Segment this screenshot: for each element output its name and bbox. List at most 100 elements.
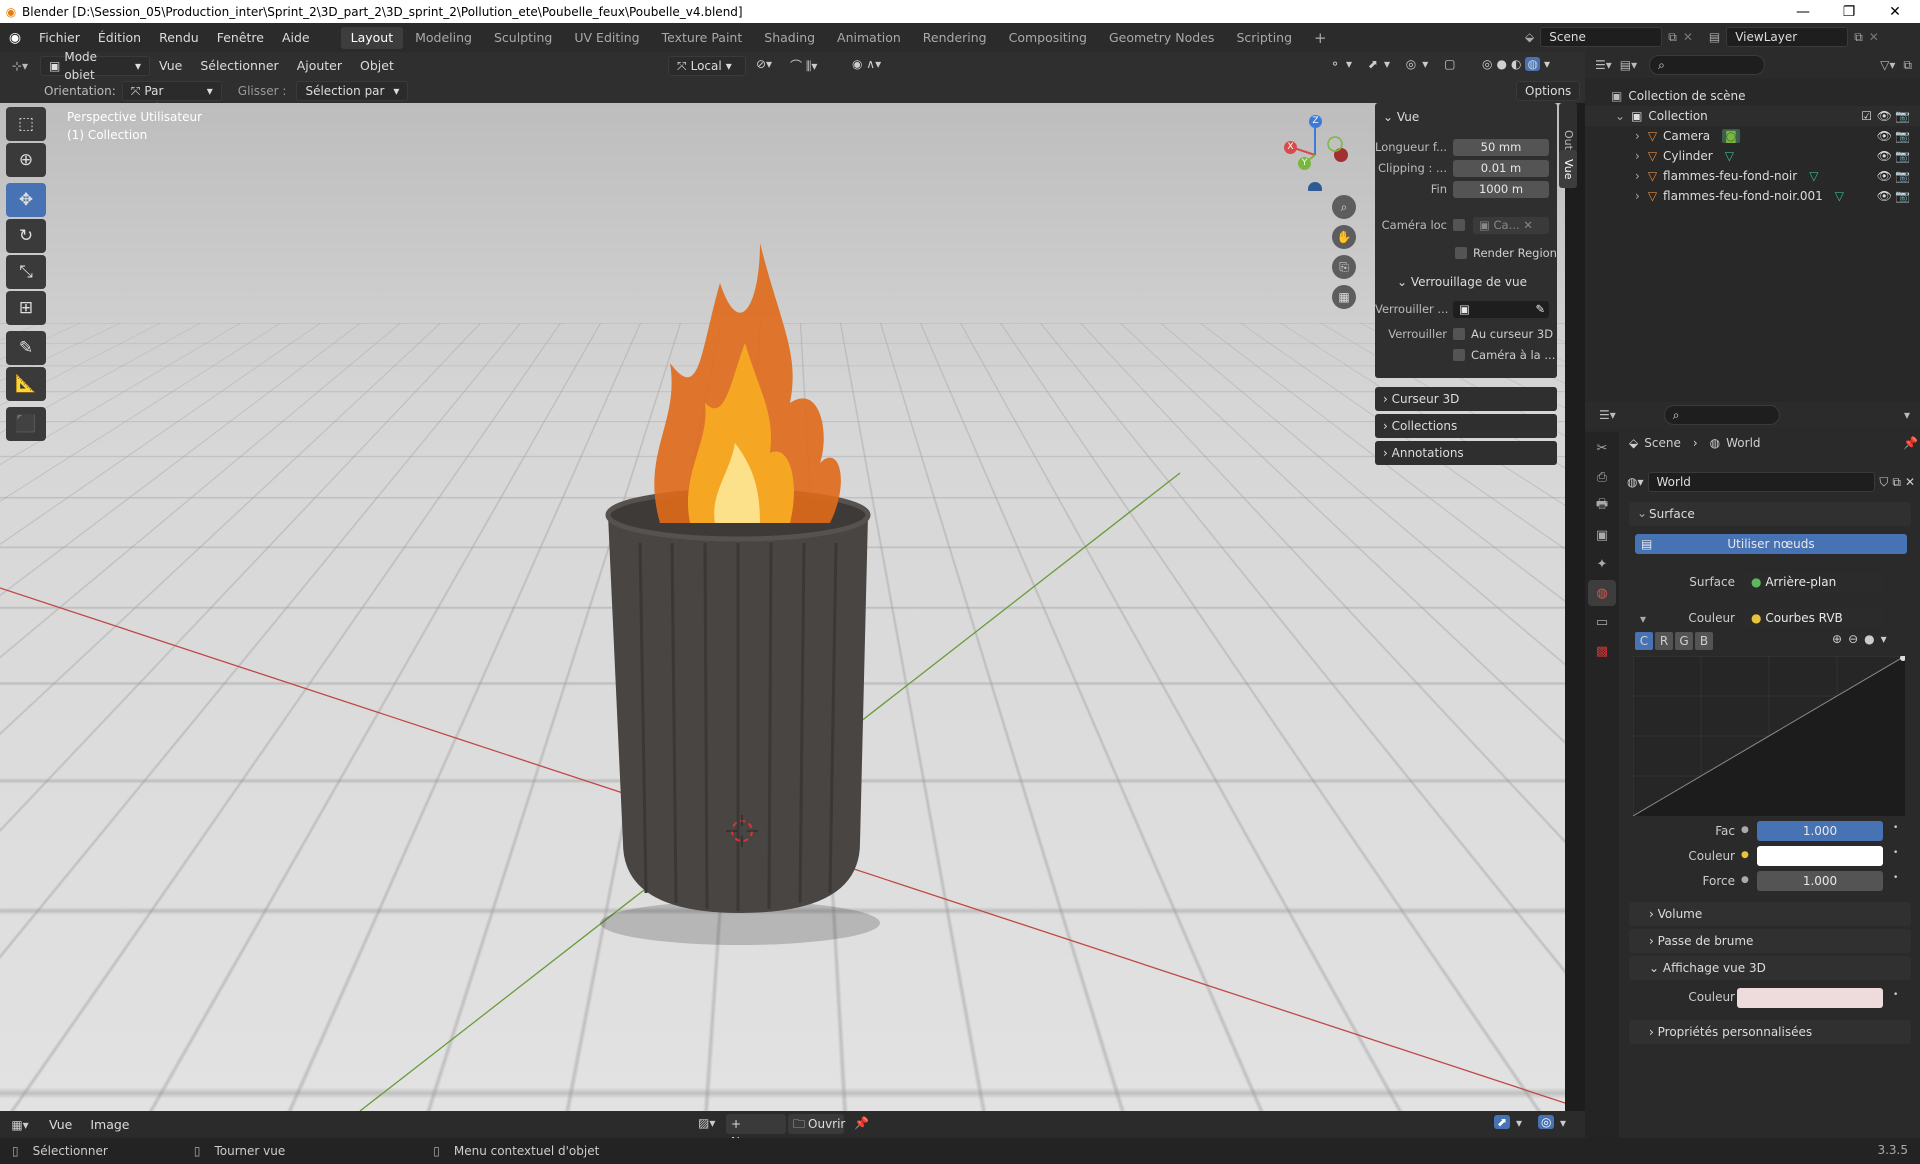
- image-menu-image[interactable]: Image: [81, 1110, 138, 1139]
- scene-name-field[interactable]: Scene: [1540, 27, 1663, 47]
- snap-icon[interactable]: ⌒ ⫼▾: [790, 57, 817, 74]
- keyframe-dot-icon[interactable]: •: [1893, 823, 1898, 833]
- viewport-menu-view[interactable]: Vue: [150, 51, 191, 80]
- expand-icon[interactable]: ›: [1635, 169, 1640, 183]
- sidebar-tab-view[interactable]: Vue: [1559, 150, 1577, 188]
- zoom-in-icon[interactable]: ⊕: [1832, 632, 1842, 646]
- render-tab-icon[interactable]: ⎙: [1588, 464, 1616, 490]
- viewport-menu-object[interactable]: Objet: [351, 51, 403, 80]
- outliner-collection[interactable]: ⌄ ▣ Collection ☑ 👁 📷: [1585, 106, 1920, 126]
- socket-icon[interactable]: ●: [1741, 825, 1749, 835]
- outliner-item[interactable]: › ▽ flammes-feu-fond-noir.001 ▽ 👁 📷: [1585, 186, 1920, 206]
- keyframe-dot-icon[interactable]: •: [1893, 873, 1898, 883]
- drag-dropdown[interactable]: Sélection par boît▾: [296, 81, 409, 116]
- collections-section-header[interactable]: › Collections: [1375, 414, 1557, 438]
- viewport-visibility-icons[interactable]: ⚬▾ ⬈▾ ◎▾ ▢: [1330, 57, 1461, 71]
- annotations-section-header[interactable]: › Annotations: [1375, 441, 1557, 465]
- socket-icon[interactable]: ●: [1741, 850, 1749, 860]
- annotate-tool-icon[interactable]: ✎: [6, 331, 46, 365]
- open-image-button[interactable]: 🗀 Ouvrir: [788, 1114, 845, 1134]
- pan-hand-icon[interactable]: ✋: [1332, 225, 1356, 249]
- select-box-icon[interactable]: ⬚: [6, 107, 46, 141]
- rotate-tool-icon[interactable]: ↻: [6, 219, 46, 253]
- outliner-root[interactable]: ▣ Collection de scène: [1585, 86, 1920, 106]
- proportional-icon[interactable]: ◉ ∧▾: [852, 57, 881, 71]
- render-region-checkbox[interactable]: [1455, 247, 1467, 259]
- outliner-type-icon[interactable]: ☰▾: [1595, 58, 1612, 72]
- world-tab-icon[interactable]: ◍: [1588, 580, 1616, 606]
- 3d-viewport[interactable]: Perspective Utilisateur (1) Collection Z…: [0, 103, 1565, 1111]
- menu-help[interactable]: Aide: [273, 23, 319, 52]
- minimize-button[interactable]: —: [1780, 0, 1826, 23]
- eye-icon[interactable]: 👁: [1877, 129, 1892, 143]
- surface-shader-field[interactable]: ● Arrière-plan: [1743, 572, 1883, 592]
- color-input-node-field[interactable]: ● Courbes RVB: [1743, 608, 1883, 628]
- channel-b[interactable]: B: [1695, 632, 1713, 650]
- surface-panel-header[interactable]: Surface: [1629, 502, 1911, 526]
- remove-viewlayer-icon[interactable]: ✕: [1869, 30, 1879, 44]
- zoom-out-icon[interactable]: ⊖: [1848, 632, 1858, 646]
- eye-icon[interactable]: 👁: [1877, 169, 1892, 183]
- focal-length-field[interactable]: 50 mm: [1453, 138, 1549, 156]
- collection-checkbox[interactable]: ☑: [1861, 109, 1872, 123]
- camera-render-icon[interactable]: 📷: [1895, 169, 1910, 183]
- lock-cursor-checkbox[interactable]: [1453, 328, 1465, 340]
- material-shading-icon[interactable]: ◐: [1511, 57, 1521, 71]
- tab-rendering[interactable]: Rendering: [913, 27, 997, 49]
- image-editor-type-icon[interactable]: ▦▾: [0, 1118, 40, 1132]
- channel-g[interactable]: G: [1675, 632, 1693, 650]
- display-mode-icon[interactable]: ▤▾: [1620, 58, 1637, 72]
- eye-icon[interactable]: 👁: [1877, 189, 1892, 203]
- view-layer-tab-icon[interactable]: ▣: [1588, 522, 1616, 548]
- camera-view-icon[interactable]: ⎘: [1332, 255, 1356, 279]
- outliner-item[interactable]: › ▽ flammes-feu-fond-noir ▽ 👁 📷: [1585, 166, 1920, 186]
- world-color-swatch[interactable]: [1757, 846, 1883, 866]
- viewport-menu-select[interactable]: Sélectionner: [191, 51, 287, 80]
- eyedropper-icon[interactable]: ✎: [1535, 301, 1549, 318]
- menu-render[interactable]: Rendu: [150, 23, 208, 52]
- remove-scene-icon[interactable]: ✕: [1683, 30, 1693, 44]
- lock-object-field[interactable]: ▣ ✎: [1453, 300, 1549, 318]
- image-menu-view[interactable]: Vue: [40, 1110, 81, 1139]
- gizmo-toggle-icon[interactable]: ⬈: [1494, 1115, 1511, 1129]
- tab-sculpting[interactable]: Sculpting: [484, 27, 562, 49]
- texture-tab-icon[interactable]: ▩: [1588, 638, 1616, 664]
- camera-render-icon[interactable]: 📷: [1895, 129, 1910, 143]
- transform-orientation-dropdown[interactable]: ⤧ Local ▾: [668, 56, 746, 76]
- pin-icon[interactable]: 📌: [854, 1116, 869, 1130]
- world-browse-icon[interactable]: ◍▾: [1627, 475, 1644, 489]
- view-lock-subheader[interactable]: ⌄ Verrouillage de vue: [1375, 271, 1557, 293]
- curve-settings-icon[interactable]: ●: [1864, 632, 1874, 646]
- socket-icon[interactable]: ●: [1741, 875, 1749, 885]
- curve-menu-icon[interactable]: ▾: [1881, 632, 1887, 646]
- rendered-shading-icon[interactable]: ◍: [1525, 57, 1540, 71]
- camera-lock-field[interactable]: ▣ Ca... ✕: [1473, 216, 1549, 234]
- scale-tool-icon[interactable]: ⤡: [6, 255, 46, 289]
- properties-type-icon[interactable]: ☰▾: [1599, 408, 1616, 422]
- mesh-data-icon[interactable]: ▽: [1725, 149, 1734, 163]
- output-tab-icon[interactable]: 🖶: [1588, 493, 1616, 519]
- overlay-menu-icon[interactable]: ▾: [1560, 1116, 1566, 1130]
- channel-c[interactable]: C: [1635, 632, 1653, 650]
- mesh-data-icon[interactable]: ▽: [1809, 169, 1818, 183]
- wireframe-shading-icon[interactable]: ◎: [1482, 57, 1492, 71]
- strength-field[interactable]: 1.000: [1757, 871, 1883, 891]
- clip-start-field[interactable]: 0.01 m: [1453, 159, 1549, 177]
- gizmo-x[interactable]: X: [1284, 141, 1297, 154]
- pin-icon[interactable]: 📌: [1903, 436, 1918, 450]
- volume-panel-header[interactable]: › Volume: [1629, 902, 1911, 926]
- tab-compositing[interactable]: Compositing: [999, 27, 1097, 49]
- use-nodes-button[interactable]: ▤ Utiliser nœuds: [1635, 534, 1907, 554]
- viewport-display-panel-header[interactable]: ⌄ Affichage vue 3D: [1629, 956, 1911, 980]
- keyframe-dot-icon[interactable]: •: [1893, 990, 1898, 1000]
- tab-texture-paint[interactable]: Texture Paint: [652, 27, 753, 49]
- tab-geometry-nodes[interactable]: Geometry Nodes: [1099, 27, 1224, 49]
- unlink-world-icon[interactable]: ✕: [1905, 475, 1915, 489]
- scene-tab-icon[interactable]: ✦: [1588, 551, 1616, 577]
- duplicate-world-icon[interactable]: ⧉: [1892, 475, 1901, 490]
- world-name-field[interactable]: World: [1647, 472, 1876, 492]
- add-cube-tool-icon[interactable]: ⬛: [6, 407, 46, 441]
- viewport-menu-add[interactable]: Ajouter: [288, 51, 351, 80]
- perspective-grid-icon[interactable]: ▦: [1332, 285, 1356, 309]
- expand-icon[interactable]: ›: [1635, 129, 1640, 143]
